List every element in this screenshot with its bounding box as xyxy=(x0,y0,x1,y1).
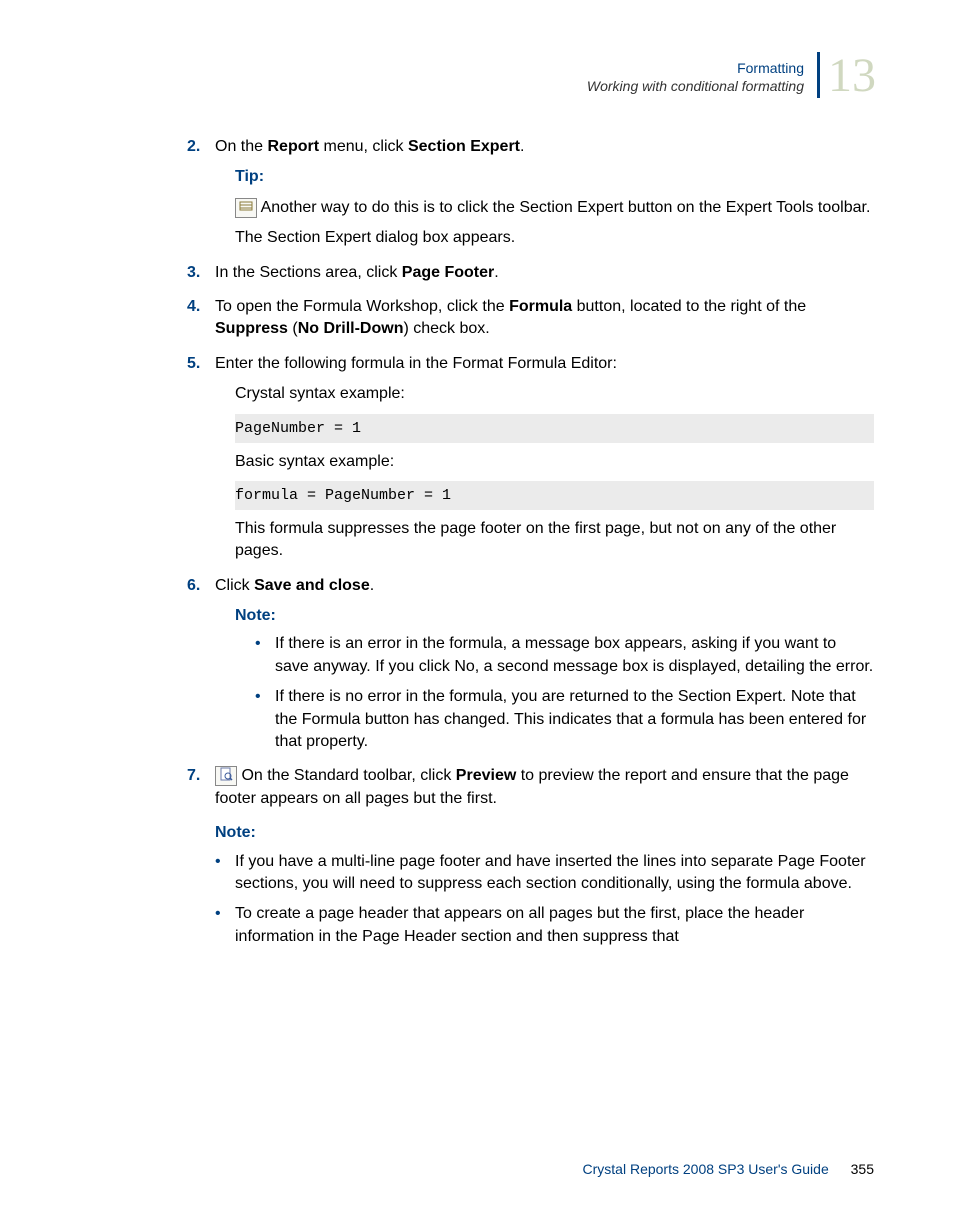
header-subcategory: Working with conditional formatting xyxy=(587,78,804,94)
step-4: 4. To open the Formula Workshop, click t… xyxy=(215,296,874,341)
list-item: If there is no error in the formula, you… xyxy=(255,686,874,753)
list-item: If there is an error in the formula, a m… xyxy=(255,633,874,678)
chapter-divider xyxy=(817,52,820,98)
step-text: Enter the following formula in the Forma… xyxy=(215,355,617,372)
step-2: 2. On the Report menu, click Section Exp… xyxy=(215,136,874,250)
section-expert-icon xyxy=(235,198,257,218)
page-header: Formatting Working with conditional form… xyxy=(80,60,874,96)
note-list: If you have a multi-line page footer and… xyxy=(215,851,874,949)
header-category: Formatting xyxy=(80,60,804,76)
page-number: 355 xyxy=(851,1161,874,1177)
step-text: In the Sections area, click Page Footer. xyxy=(215,264,499,281)
page-footer: Crystal Reports 2008 SP3 User's Guide 35… xyxy=(583,1161,874,1177)
list-item: To create a page header that appears on … xyxy=(215,903,874,948)
step-text: On the Standard toolbar, click Preview t… xyxy=(215,767,849,806)
step-6: 6. Click Save and close. Note: If there … xyxy=(215,575,874,754)
step-number: 3. xyxy=(187,262,200,284)
crystal-syntax-label: Crystal syntax example: xyxy=(235,383,874,405)
note-label: Note: xyxy=(215,822,874,844)
note-label: Note: xyxy=(235,605,874,627)
doc-title: Crystal Reports 2008 SP3 User's Guide xyxy=(583,1161,829,1177)
basic-syntax-label: Basic syntax example: xyxy=(235,451,874,473)
preview-icon xyxy=(215,766,237,786)
bottom-note: Note: If you have a multi-line page foot… xyxy=(215,822,874,948)
list-item: If you have a multi-line page footer and… xyxy=(215,851,874,896)
step-3: 3. In the Sections area, click Page Foot… xyxy=(215,262,874,284)
step-aftertext: This formula suppresses the page footer … xyxy=(235,518,874,563)
chapter-number: 13 xyxy=(828,48,876,103)
page-content: 2. On the Report menu, click Section Exp… xyxy=(215,136,874,948)
step-text: Click Save and close. xyxy=(215,577,374,594)
code-example-2: formula = PageNumber = 1 xyxy=(235,481,874,510)
step-text: On the Report menu, click Section Expert… xyxy=(215,138,524,155)
step-aftertext: The Section Expert dialog box appears. xyxy=(235,227,874,249)
step-number: 4. xyxy=(187,296,200,318)
note-list: If there is an error in the formula, a m… xyxy=(255,633,874,753)
step-number: 5. xyxy=(187,353,200,375)
step-text: To open the Formula Workshop, click the … xyxy=(215,298,806,337)
tip-content: Another way to do this is to click the S… xyxy=(235,197,874,219)
tip-label: Tip: xyxy=(235,166,874,188)
step-number: 7. xyxy=(187,765,200,787)
step-7: 7. On the Standard toolbar, click Previe… xyxy=(215,765,874,810)
code-example-1: PageNumber = 1 xyxy=(235,414,874,443)
step-5: 5. Enter the following formula in the Fo… xyxy=(215,353,874,563)
step-number: 2. xyxy=(187,136,200,158)
step-number: 6. xyxy=(187,575,200,597)
